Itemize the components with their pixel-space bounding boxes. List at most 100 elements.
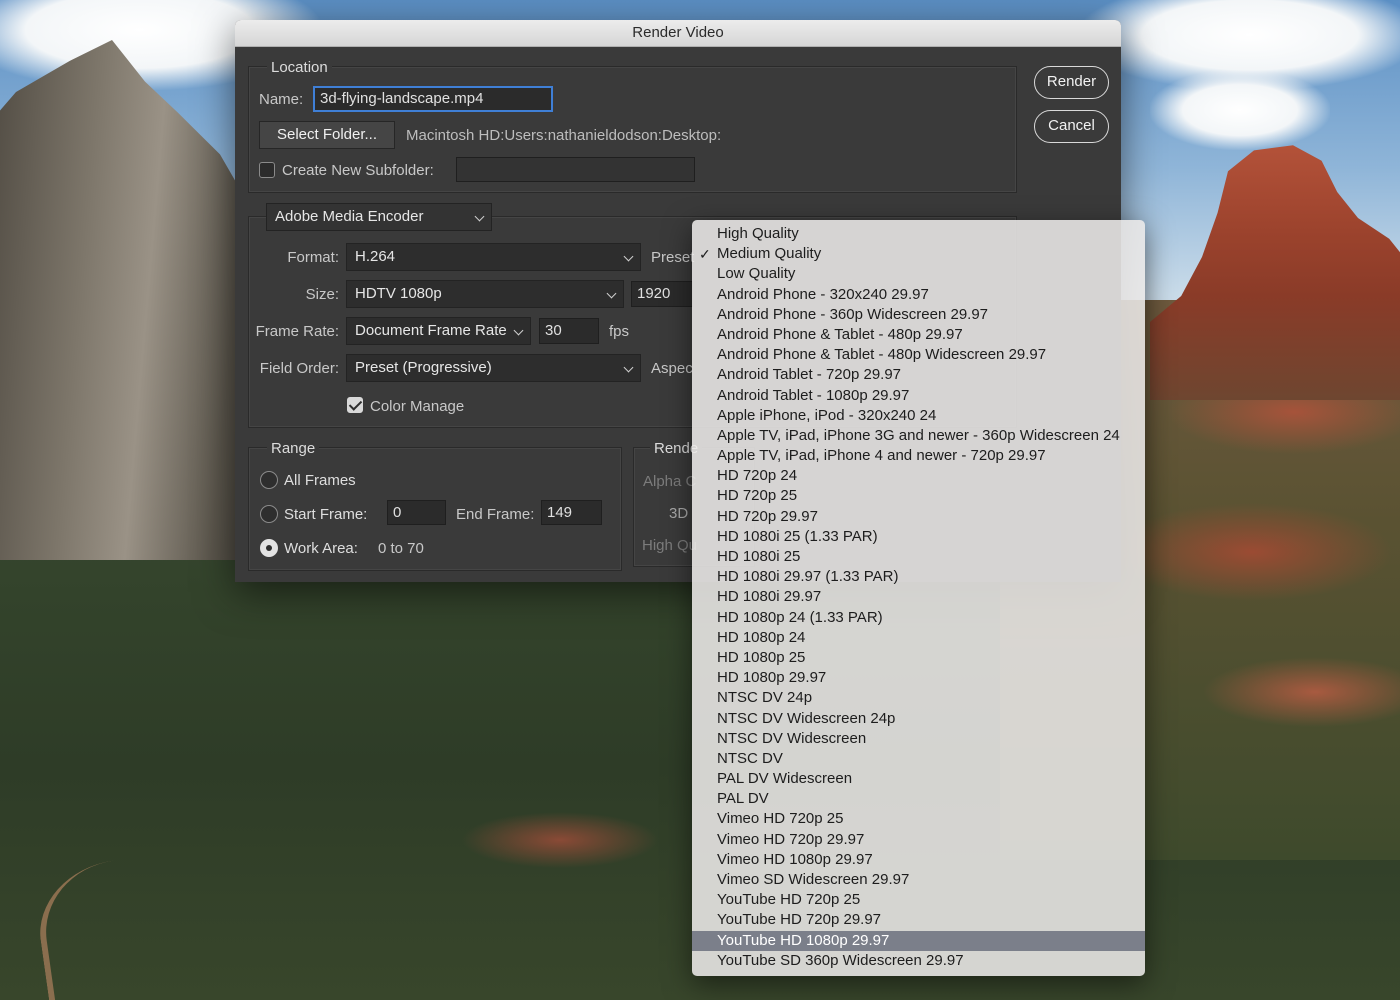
preset-menu-item[interactable]: NTSC DV Widescreen 24p bbox=[692, 709, 1145, 729]
preset-menu-item[interactable]: HD 720p 29.97 bbox=[692, 507, 1145, 527]
render-button[interactable]: Render bbox=[1034, 66, 1109, 99]
preset-menu-item[interactable]: ✓ Medium Quality bbox=[692, 244, 1145, 264]
preset-menu-item[interactable]: Apple iPhone, iPod - 320x240 24 bbox=[692, 406, 1145, 426]
fps-field[interactable]: 30 bbox=[539, 318, 599, 344]
3d-label: 3D bbox=[669, 505, 689, 522]
work-area-label: Work Area: bbox=[284, 540, 358, 557]
preset-menu-item[interactable]: Vimeo HD 1080p 29.97 bbox=[692, 850, 1145, 870]
preset-menu-item-label: HD 1080i 29.97 bbox=[717, 588, 822, 606]
preset-menu-item[interactable]: NTSC DV bbox=[692, 749, 1145, 769]
dialog-title: Render Video bbox=[235, 20, 1121, 47]
work-area-value: 0 to 70 bbox=[378, 540, 424, 557]
preset-menu-item-label: Android Tablet - 1080p 29.97 bbox=[717, 386, 910, 404]
preset-menu-item[interactable]: Vimeo HD 720p 29.97 bbox=[692, 830, 1145, 850]
preset-menu-item-label: YouTube HD 720p 25 bbox=[717, 891, 861, 909]
preset-menu-item[interactable]: PAL DV bbox=[692, 789, 1145, 809]
preset-menu-item[interactable]: Android Phone - 320x240 29.97 bbox=[692, 285, 1145, 305]
frame-rate-label: Frame Rate: bbox=[255, 323, 339, 340]
width-field[interactable]: 1920 bbox=[631, 281, 693, 307]
start-frame-field[interactable]: 0 bbox=[387, 500, 446, 525]
preset-menu-item-label: Android Phone & Tablet - 480p 29.97 bbox=[717, 325, 963, 343]
location-group-title: Location bbox=[267, 59, 332, 76]
preset-menu-item[interactable]: HD 1080i 25 (1.33 PAR) bbox=[692, 527, 1145, 547]
preset-menu-item-label: NTSC DV Widescreen 24p bbox=[717, 709, 896, 727]
preset-menu-item[interactable]: YouTube HD 1080p 29.97 bbox=[692, 930, 1145, 951]
preset-menu-item[interactable]: Vimeo HD 720p 25 bbox=[692, 809, 1145, 829]
frame-rate-select-value: Document Frame Rate bbox=[355, 322, 507, 339]
preset-menu-item[interactable]: HD 1080i 29.97 (1.33 PAR) bbox=[692, 567, 1145, 587]
start-frame-radio[interactable] bbox=[260, 505, 278, 523]
cancel-button[interactable]: Cancel bbox=[1034, 110, 1109, 143]
preset-menu-item-label: Vimeo HD 720p 25 bbox=[717, 810, 844, 828]
chevron-down-icon bbox=[513, 325, 524, 336]
encoder-select[interactable]: Adobe Media Encoder bbox=[266, 203, 492, 231]
preset-menu-item[interactable]: Apple TV, iPad, iPhone 4 and newer - 720… bbox=[692, 446, 1145, 466]
preset-menu-item[interactable]: Apple TV, iPad, iPhone 3G and newer - 36… bbox=[692, 426, 1145, 446]
preset-menu-item[interactable]: PAL DV Widescreen bbox=[692, 769, 1145, 789]
field-order-label: Field Order: bbox=[259, 360, 339, 377]
fps-unit: fps bbox=[609, 323, 630, 340]
preset-menu-item-label: HD 720p 24 bbox=[717, 467, 798, 485]
field-order-select[interactable]: Preset (Progressive) bbox=[346, 354, 641, 382]
preset-menu-item[interactable]: HD 720p 25 bbox=[692, 486, 1145, 506]
work-area-radio[interactable] bbox=[260, 539, 278, 557]
preset-menu-item[interactable]: Android Phone & Tablet - 480p Widescreen… bbox=[692, 345, 1145, 365]
preset-menu-item-label: HD 1080i 25 (1.33 PAR) bbox=[717, 527, 878, 545]
checkmark-icon: ✓ bbox=[699, 246, 711, 263]
preset-menu-item-label: NTSC DV Widescreen bbox=[717, 729, 867, 747]
preset-menu-item-label: YouTube HD 720p 29.97 bbox=[717, 911, 882, 929]
preset-menu-item-label: PAL DV bbox=[717, 790, 769, 808]
preset-menu-item[interactable]: YouTube SD 360p Widescreen 29.97 bbox=[692, 951, 1145, 971]
preset-menu-item-label: PAL DV Widescreen bbox=[717, 770, 853, 788]
color-manage-checkbox[interactable] bbox=[347, 397, 363, 413]
name-field[interactable]: 3d-flying-landscape.mp4 bbox=[313, 86, 553, 112]
preset-menu-item[interactable]: HD 1080p 29.97 bbox=[692, 668, 1145, 688]
preset-menu-item[interactable]: HD 1080p 25 bbox=[692, 648, 1145, 668]
cloud bbox=[1150, 70, 1330, 150]
preset-label: Preset bbox=[651, 249, 695, 266]
end-frame-field[interactable]: 149 bbox=[541, 500, 602, 525]
preset-menu-item-label: Android Tablet - 720p 29.97 bbox=[717, 366, 902, 384]
preset-menu-item-label: HD 720p 25 bbox=[717, 487, 798, 505]
preset-menu-item-label: HD 1080p 24 bbox=[717, 628, 806, 646]
format-label: Format: bbox=[287, 249, 339, 266]
preset-menu-item[interactable]: NTSC DV 24p bbox=[692, 688, 1145, 708]
size-select-value: HDTV 1080p bbox=[355, 285, 442, 302]
preset-menu-item[interactable]: High Quality bbox=[692, 224, 1145, 244]
preset-menu-item-label: Android Phone - 360p Widescreen 29.97 bbox=[717, 305, 989, 323]
frame-rate-select[interactable]: Document Frame Rate bbox=[346, 317, 531, 345]
preset-menu-item[interactable]: HD 1080p 24 (1.33 PAR) bbox=[692, 608, 1145, 628]
all-frames-radio[interactable] bbox=[260, 471, 278, 489]
create-subfolder-checkbox[interactable] bbox=[259, 162, 275, 178]
field-order-select-value: Preset (Progressive) bbox=[355, 359, 492, 376]
preset-menu-item[interactable]: Low Quality bbox=[692, 264, 1145, 284]
preset-menu-item-label: High Quality bbox=[717, 225, 799, 242]
preset-menu-item[interactable]: HD 720p 24 bbox=[692, 466, 1145, 486]
preset-menu-item-label: Android Phone - 320x240 29.97 bbox=[717, 285, 929, 303]
preset-menu-item[interactable]: Android Phone & Tablet - 480p 29.97 bbox=[692, 325, 1145, 345]
preset-menu-item[interactable]: NTSC DV Widescreen bbox=[692, 729, 1145, 749]
preset-menu-item-label: Android Phone & Tablet - 480p Widescreen… bbox=[717, 346, 1047, 364]
select-folder-button[interactable]: Select Folder... bbox=[259, 121, 395, 149]
preset-dropdown-menu: High Quality ✓ Medium Quality Low Quality An… bbox=[692, 220, 1145, 976]
preset-menu-item[interactable]: YouTube HD 720p 29.97 bbox=[692, 910, 1145, 930]
preset-menu-item[interactable]: Android Tablet - 720p 29.97 bbox=[692, 365, 1145, 385]
preset-menu-item[interactable]: HD 1080p 24 bbox=[692, 628, 1145, 648]
size-select[interactable]: HDTV 1080p bbox=[346, 280, 624, 308]
preset-menu-item-label: Vimeo SD Widescreen 29.97 bbox=[717, 871, 910, 888]
preset-menu-item[interactable]: Vimeo SD Widescreen 29.97 bbox=[692, 870, 1145, 890]
preset-menu-item-label: Medium Quality bbox=[717, 245, 822, 263]
preset-menu-item-label: HD 720p 29.97 bbox=[717, 507, 818, 525]
preset-menu-item[interactable]: YouTube HD 720p 25 bbox=[692, 890, 1145, 910]
preset-menu-item[interactable]: HD 1080i 25 bbox=[692, 547, 1145, 567]
all-frames-label: All Frames bbox=[284, 472, 356, 489]
preset-menu-item-label: Low Quality bbox=[717, 265, 796, 283]
chevron-down-icon bbox=[474, 211, 485, 222]
preset-menu-item[interactable]: Android Phone - 360p Widescreen 29.97 bbox=[692, 305, 1145, 325]
format-select[interactable]: H.264 bbox=[346, 243, 641, 271]
preset-menu-item[interactable]: Android Tablet - 1080p 29.97 bbox=[692, 386, 1145, 406]
chevron-down-icon bbox=[623, 251, 634, 262]
range-group-title: Range bbox=[267, 440, 320, 457]
preset-menu-item[interactable]: HD 1080i 29.97 bbox=[692, 587, 1145, 607]
subfolder-name-field[interactable] bbox=[456, 157, 695, 182]
